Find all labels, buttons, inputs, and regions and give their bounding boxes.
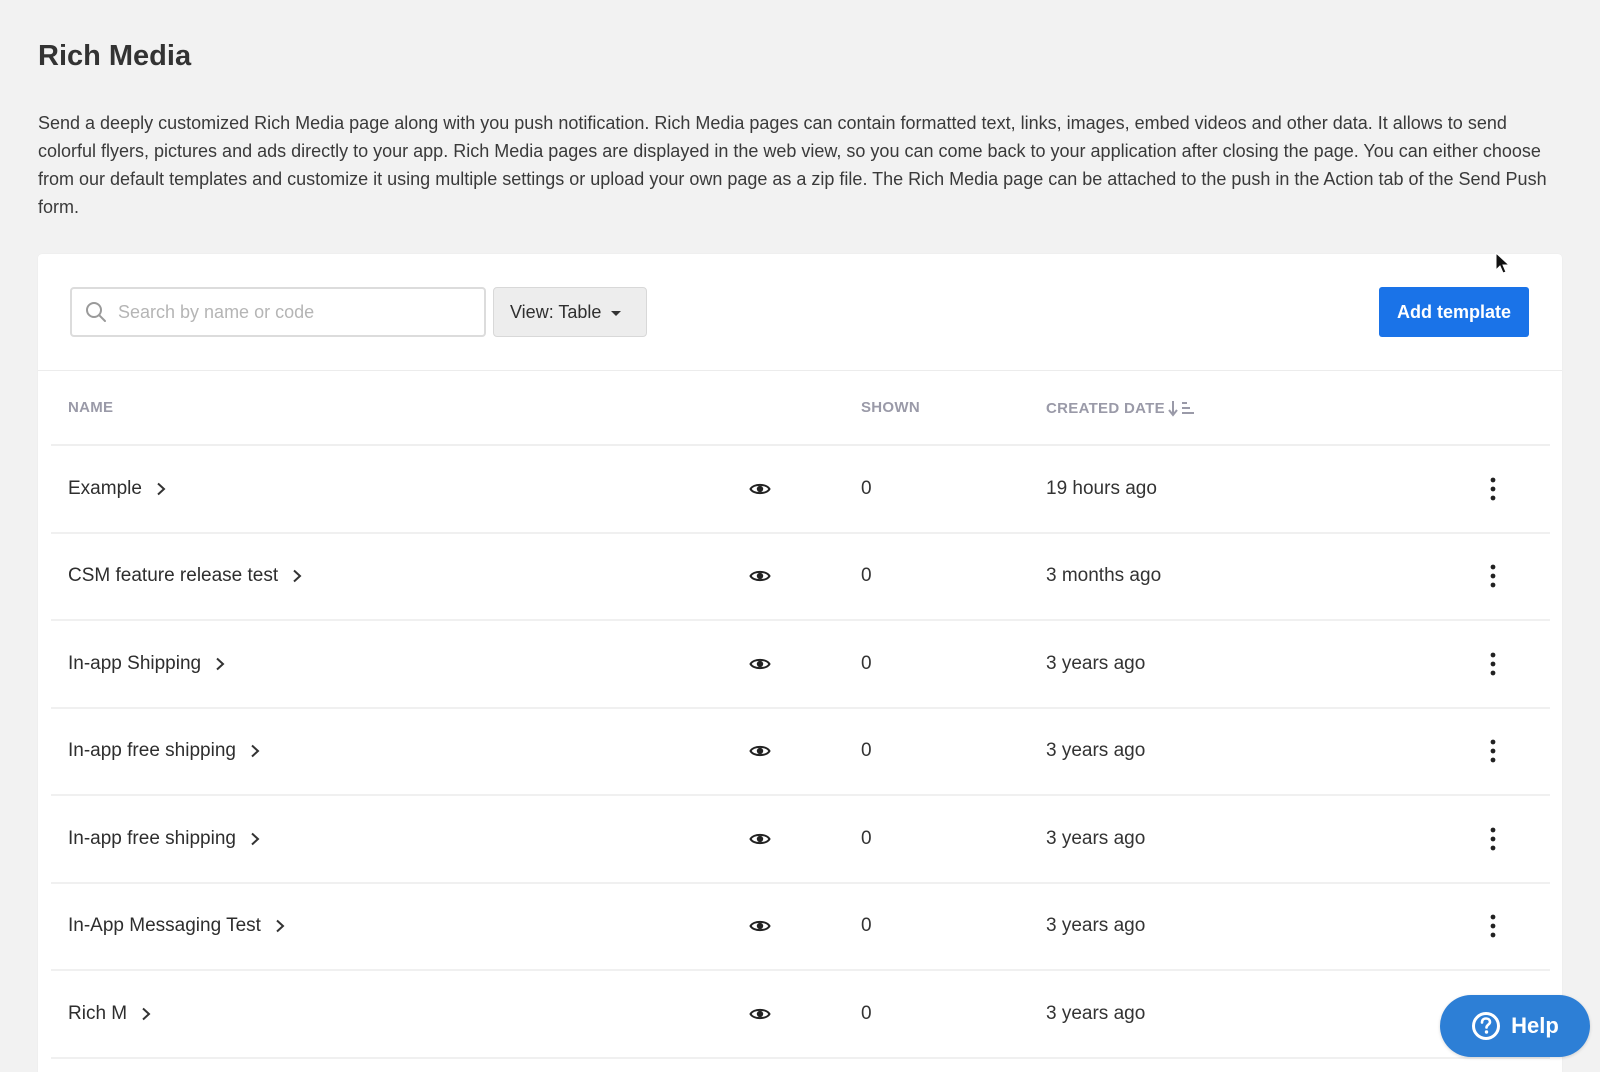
template-name: In-App Messaging Test (68, 915, 261, 937)
templates-card: View: Table Add template NAME SHOWN CREA… (38, 254, 1562, 1072)
created-date: 3 months ago (1046, 565, 1162, 587)
mouse-cursor-icon (1495, 252, 1511, 274)
shown-count: 0 (861, 740, 872, 762)
table-row: In-app Shipping 0 3 years ago (51, 621, 1550, 709)
more-vertical-icon[interactable] (1481, 912, 1505, 940)
chevron-right-icon (157, 482, 166, 495)
page-description: Send a deeply customized Rich Media page… (38, 113, 1547, 217)
created-date: 3 years ago (1046, 652, 1146, 674)
chevron-right-icon (276, 920, 285, 933)
view-select-label: View: Table (510, 301, 602, 322)
preview-eye-icon[interactable] (749, 1003, 771, 1025)
table-row: In-app free shipping 0 3 years ago (51, 709, 1550, 796)
preview-eye-icon[interactable] (749, 653, 771, 675)
template-name: In-app free shipping (68, 827, 236, 849)
search-input[interactable] (118, 289, 484, 335)
template-name: In-app Shipping (68, 652, 202, 674)
shown-count: 0 (861, 477, 872, 499)
preview-eye-icon[interactable] (749, 565, 771, 587)
more-vertical-icon[interactable] (1481, 650, 1505, 678)
template-name: CSM feature release test (68, 565, 279, 587)
more-vertical-icon[interactable] (1481, 562, 1505, 590)
table-row: Rich M 0 3 years ago (51, 971, 1550, 1059)
help-button[interactable]: Help (1440, 995, 1590, 1057)
add-template-button[interactable]: Add template (1379, 287, 1529, 337)
preview-eye-icon[interactable] (749, 915, 771, 937)
template-name-link[interactable]: Example (68, 478, 168, 500)
search-box[interactable] (70, 287, 486, 337)
column-header-created-date[interactable]: CREATED DATE (1046, 399, 1197, 417)
created-date: 3 years ago (1046, 827, 1146, 849)
created-date: 3 years ago (1046, 740, 1146, 762)
table-row: In-App Messaging Test 0 3 years ago (51, 884, 1550, 971)
more-vertical-icon[interactable] (1481, 825, 1505, 853)
templates-table: NAME SHOWN CREATED DATE Example 0 19 hou… (51, 371, 1550, 1059)
shown-count: 0 (861, 565, 872, 587)
template-name-link[interactable]: In-app free shipping (68, 740, 262, 762)
chevron-right-icon (142, 1007, 151, 1020)
template-name-link[interactable]: Rich M (68, 1003, 153, 1025)
template-name-link[interactable]: In-App Messaging Test (68, 915, 287, 937)
created-date: 3 years ago (1046, 915, 1146, 937)
toolbar: View: Table Add template (38, 254, 1562, 371)
created-date: 19 hours ago (1046, 477, 1157, 499)
shown-count: 0 (861, 652, 872, 674)
template-name-link[interactable]: CSM feature release test (68, 565, 304, 587)
chevron-right-icon (293, 570, 302, 583)
page: Rich Media Send a deeply customized Rich… (0, 0, 1600, 1072)
page-title: Rich Media (38, 40, 192, 72)
column-header-name: NAME (68, 399, 114, 416)
chevron-right-icon (251, 745, 260, 758)
template-name: In-app free shipping (68, 740, 236, 762)
table-row: In-app free shipping 0 3 years ago (51, 796, 1550, 884)
shown-count: 0 (861, 915, 872, 937)
template-name-link[interactable]: In-app free shipping (68, 828, 262, 850)
created-date: 3 years ago (1046, 1002, 1146, 1024)
question-circle-icon (1472, 1012, 1501, 1040)
template-name-link[interactable]: In-app Shipping (68, 653, 227, 675)
template-name: Example (68, 477, 142, 499)
search-icon (86, 302, 106, 322)
table-body: Example 0 19 hours ago CSM feature relea… (51, 446, 1550, 1059)
more-vertical-icon[interactable] (1481, 737, 1505, 765)
shown-count: 0 (861, 827, 872, 849)
view-select[interactable]: View: Table (493, 287, 647, 337)
more-vertical-icon[interactable] (1481, 475, 1505, 503)
help-label: Help (1511, 1013, 1559, 1038)
chevron-right-icon (251, 832, 260, 845)
table-row: CSM feature release test 0 3 months ago (51, 534, 1550, 621)
column-header-created-label: CREATED DATE (1046, 399, 1165, 417)
shown-count: 0 (861, 1002, 872, 1024)
caret-down-icon (611, 310, 622, 316)
table-header: NAME SHOWN CREATED DATE (51, 371, 1550, 446)
column-header-shown: SHOWN (861, 399, 920, 416)
preview-eye-icon[interactable] (749, 478, 771, 500)
chevron-right-icon (216, 657, 225, 670)
table-row: Example 0 19 hours ago (51, 446, 1550, 534)
preview-eye-icon[interactable] (749, 740, 771, 762)
preview-eye-icon[interactable] (749, 828, 771, 850)
sort-descending-icon (1168, 401, 1194, 417)
template-name: Rich M (68, 1002, 128, 1024)
